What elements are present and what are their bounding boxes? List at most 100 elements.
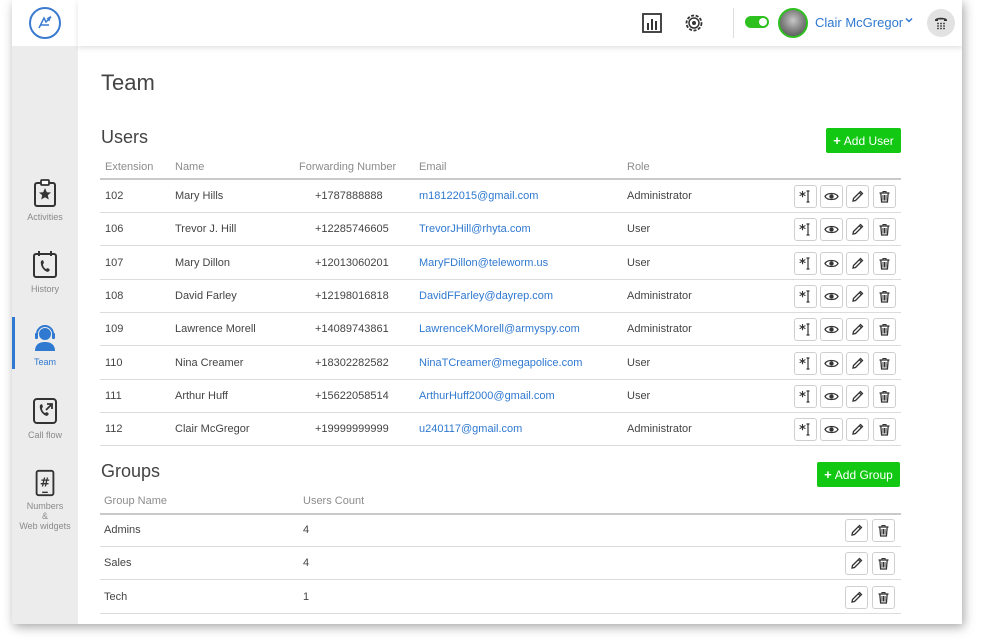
logo[interactable]	[12, 0, 78, 46]
table-row[interactable]: Tech 1	[100, 581, 901, 614]
asterisk-cursor-button[interactable]: *	[794, 218, 817, 242]
trash-icon	[877, 322, 892, 337]
asterisk-cursor-button[interactable]: *	[794, 185, 817, 208]
chevron-down-icon[interactable]	[904, 15, 914, 28]
cell-extension: 111	[105, 389, 122, 402]
sidebar-item-team[interactable]: Team	[12, 317, 78, 385]
asterisk-cursor-button[interactable]: *	[794, 318, 817, 342]
table-row[interactable]: 106 Trevor J. Hill +12285746605 TrevorJHill…	[100, 213, 901, 247]
asterisk-cursor-button[interactable]: *	[794, 418, 817, 442]
table-row[interactable]: 109 Lawrence Morell +14089743861 LawrenceKM…	[100, 313, 901, 347]
dialpad-icon[interactable]	[927, 9, 955, 37]
eye-button[interactable]	[820, 251, 843, 275]
cell-role: User	[627, 223, 651, 236]
pencil-button[interactable]	[846, 384, 869, 408]
column-header-users-count: Users Count	[303, 495, 365, 507]
column-header-extension: Extension	[105, 161, 154, 173]
eye-button[interactable]	[820, 418, 843, 442]
sidebar-item-numbers-web-widgets[interactable]: # Numbers & Web widgets	[12, 469, 78, 531]
trash-button[interactable]	[872, 519, 895, 542]
asterisk-cursor-button[interactable]: *	[794, 351, 817, 375]
table-row[interactable]: 111 Arthur Huff +15622058514 ArthurHuff2000…	[100, 380, 901, 413]
cell-email-link[interactable]: u240117@gmail.com	[419, 423, 522, 435]
trash-button[interactable]	[873, 251, 896, 275]
add-group-button[interactable]: + Add Group	[817, 462, 900, 487]
cell-extension: 106	[105, 223, 124, 236]
trash-icon	[877, 422, 892, 437]
cell-name: Mary Dillon	[175, 256, 231, 269]
cell-name: Trevor J. Hill	[175, 223, 237, 236]
pencil-button[interactable]	[846, 318, 869, 342]
trash-button[interactable]	[873, 418, 896, 442]
sidebar-item-label: Call flow	[27, 430, 62, 440]
eye-button[interactable]	[820, 351, 843, 375]
trash-icon	[877, 189, 892, 204]
cell-extension: 112	[105, 423, 123, 436]
add-user-button[interactable]: + Add User	[826, 128, 901, 153]
cell-role: User	[627, 389, 651, 402]
table-row[interactable]: Admins 4	[100, 514, 901, 547]
eye-button[interactable]	[820, 318, 843, 342]
cell-email-link[interactable]: TrevorJHill@rhyta.com	[419, 223, 531, 235]
cell-email-link[interactable]: ArthurHuff2000@gmail.com	[419, 390, 555, 402]
trash-button[interactable]	[873, 318, 896, 342]
pencil-button[interactable]	[845, 585, 868, 609]
pencil-button[interactable]	[846, 218, 869, 242]
svg-text:*: *	[799, 323, 806, 337]
asterisk-cursor-button[interactable]: *	[794, 384, 817, 408]
sidebar-label-line: Numbers	[26, 501, 64, 511]
table-row[interactable]: 112 Clair McGregor +19999999999 u240117@gma…	[100, 413, 901, 447]
trash-button[interactable]	[873, 284, 896, 308]
cell-email-link[interactable]: DavidFFarley@dayrep.com	[419, 290, 553, 302]
trash-button[interactable]	[873, 185, 896, 208]
settings-gear-icon[interactable]	[682, 11, 706, 35]
trash-button[interactable]	[873, 384, 896, 408]
bar-chart-icon[interactable]	[640, 11, 664, 35]
trash-button[interactable]	[872, 552, 895, 576]
eye-button[interactable]	[820, 384, 843, 408]
pencil-button[interactable]	[846, 418, 869, 442]
cell-name: Lawrence Morell	[175, 323, 256, 336]
pencil-icon	[850, 256, 865, 271]
cell-email-link[interactable]: m18122015@gmail.com	[419, 190, 538, 202]
user-name[interactable]: Clair McGregor	[815, 15, 903, 30]
main-content: Team Users + Add User Extension Name For…	[78, 46, 962, 624]
pencil-button[interactable]	[845, 552, 868, 576]
pencil-icon	[850, 389, 865, 404]
column-header-name: Name	[175, 161, 205, 173]
table-row[interactable]: 110 Nina Creamer +18302282582 NinaTCreamer@…	[100, 347, 901, 380]
table-row[interactable]: Sales 4	[100, 547, 901, 581]
cell-forwarding-number: +18302282582	[315, 356, 389, 369]
pencil-button[interactable]	[845, 519, 868, 542]
trash-icon	[877, 289, 892, 304]
pencil-button[interactable]	[846, 351, 869, 375]
cell-extension: 107	[105, 256, 124, 269]
cell-email-link[interactable]: NinaTCreamer@megapolice.com	[419, 357, 582, 369]
trash-button[interactable]	[873, 351, 896, 375]
eye-button[interactable]	[820, 218, 843, 242]
cell-role: User	[627, 256, 651, 269]
cell-email-link[interactable]: MaryFDillon@teleworm.us	[419, 257, 548, 269]
svg-text:*: *	[799, 357, 806, 371]
eye-icon	[824, 356, 839, 371]
trash-button[interactable]	[872, 585, 895, 609]
sidebar-item-history[interactable]: History	[12, 250, 78, 312]
eye-icon	[824, 322, 839, 337]
pencil-button[interactable]	[846, 284, 869, 308]
page-title: Team	[101, 70, 155, 95]
pencil-button[interactable]	[846, 185, 869, 208]
asterisk-cursor-button[interactable]: *	[794, 284, 817, 308]
asterisk-cursor-button[interactable]: *	[794, 251, 817, 275]
trash-button[interactable]	[873, 218, 896, 242]
table-row[interactable]: 102 Mary Hills +1787888888 m18122015@gmail.…	[100, 180, 901, 213]
sidebar-item-activities[interactable]: Activities	[12, 178, 78, 240]
table-row[interactable]: 108 David Farley +12198016818 DavidFFarley@…	[100, 280, 901, 313]
cell-email-link[interactable]: LawrenceKMorell@armyspy.com	[419, 323, 580, 335]
sidebar-item-call-flow[interactable]: Call flow	[12, 396, 78, 458]
table-row[interactable]: 107 Mary Dillon +12013060201 MaryFDillon@te…	[100, 247, 901, 280]
eye-button[interactable]	[820, 284, 843, 308]
pencil-button[interactable]	[846, 251, 869, 275]
avatar[interactable]	[778, 8, 808, 38]
eye-button[interactable]	[820, 185, 843, 208]
status-toggle[interactable]	[745, 16, 769, 28]
